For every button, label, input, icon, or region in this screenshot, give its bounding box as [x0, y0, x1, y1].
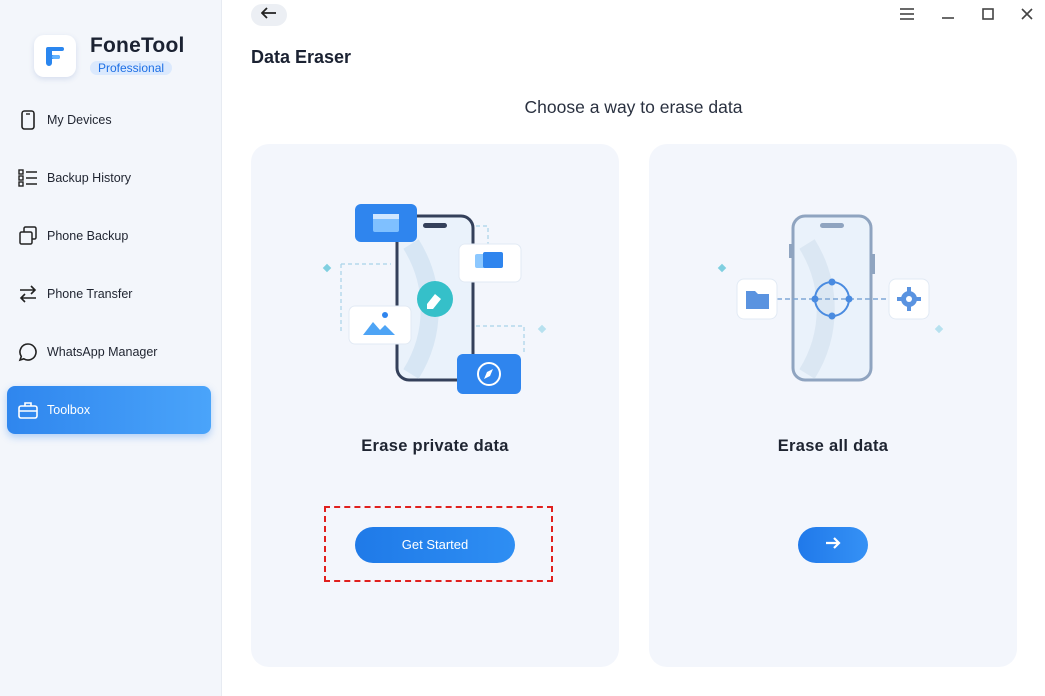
erase-private-data-card[interactable]: Erase private data Get Started — [251, 144, 619, 667]
page-title: Data Eraser — [251, 47, 352, 67]
page-subtitle: Choose a way to erase data — [524, 97, 743, 117]
sidebar-item-label: Toolbox — [47, 403, 91, 417]
phone-icon — [17, 109, 39, 131]
erase-all-illustration — [717, 214, 944, 382]
option-title: Erase all data — [777, 437, 889, 455]
arrow-left-icon — [260, 6, 277, 24]
erase-private-illustration — [322, 204, 547, 394]
toolbox-icon — [17, 399, 39, 421]
transfer-arrows-icon — [17, 283, 39, 305]
back-button[interactable] — [251, 4, 287, 26]
list-icon — [17, 167, 39, 189]
sidebar-nav: My Devices Backup History Phone Backup P… — [7, 96, 211, 444]
sidebar-item-label: Phone Transfer — [47, 287, 133, 301]
sidebar-item-label: Backup History — [47, 171, 132, 185]
option-title: Erase private data — [361, 437, 509, 455]
arrow-right-icon — [825, 536, 841, 555]
sidebar-item-whatsapp-manager[interactable]: WhatsApp Manager — [7, 328, 211, 376]
minimize-icon — [942, 7, 954, 25]
sidebar-item-toolbox[interactable]: Toolbox — [7, 386, 211, 434]
copy-icon — [17, 225, 39, 247]
minimize-button[interactable] — [938, 6, 958, 26]
brand: FoneTool Professional — [34, 34, 185, 77]
app-name: FoneTool — [90, 34, 185, 57]
close-button[interactable] — [1017, 6, 1037, 26]
maximize-icon — [982, 7, 994, 25]
menu-button[interactable] — [897, 6, 917, 26]
sidebar-item-backup-history[interactable]: Backup History — [7, 154, 211, 202]
menu-icon — [900, 7, 914, 25]
sidebar-item-phone-transfer[interactable]: Phone Transfer — [7, 270, 211, 318]
sidebar-item-label: My Devices — [47, 113, 112, 127]
sidebar-item-my-devices[interactable]: My Devices — [7, 96, 211, 144]
sidebar-item-label: Phone Backup — [47, 229, 129, 243]
get-started-button[interactable]: Get Started — [355, 527, 515, 563]
sidebar-item-label: WhatsApp Manager — [47, 345, 158, 359]
sidebar: FoneTool Professional My Devices Backup … — [0, 0, 222, 696]
chat-bubble-icon — [17, 341, 39, 363]
close-icon — [1021, 7, 1033, 25]
edition-badge: Professional — [90, 61, 173, 75]
erase-all-next-button[interactable] — [798, 527, 868, 563]
maximize-button[interactable] — [978, 6, 998, 26]
sidebar-item-phone-backup[interactable]: Phone Backup — [7, 212, 211, 260]
erase-all-data-card[interactable]: Erase all data — [649, 144, 1017, 667]
app-logo — [34, 34, 76, 77]
